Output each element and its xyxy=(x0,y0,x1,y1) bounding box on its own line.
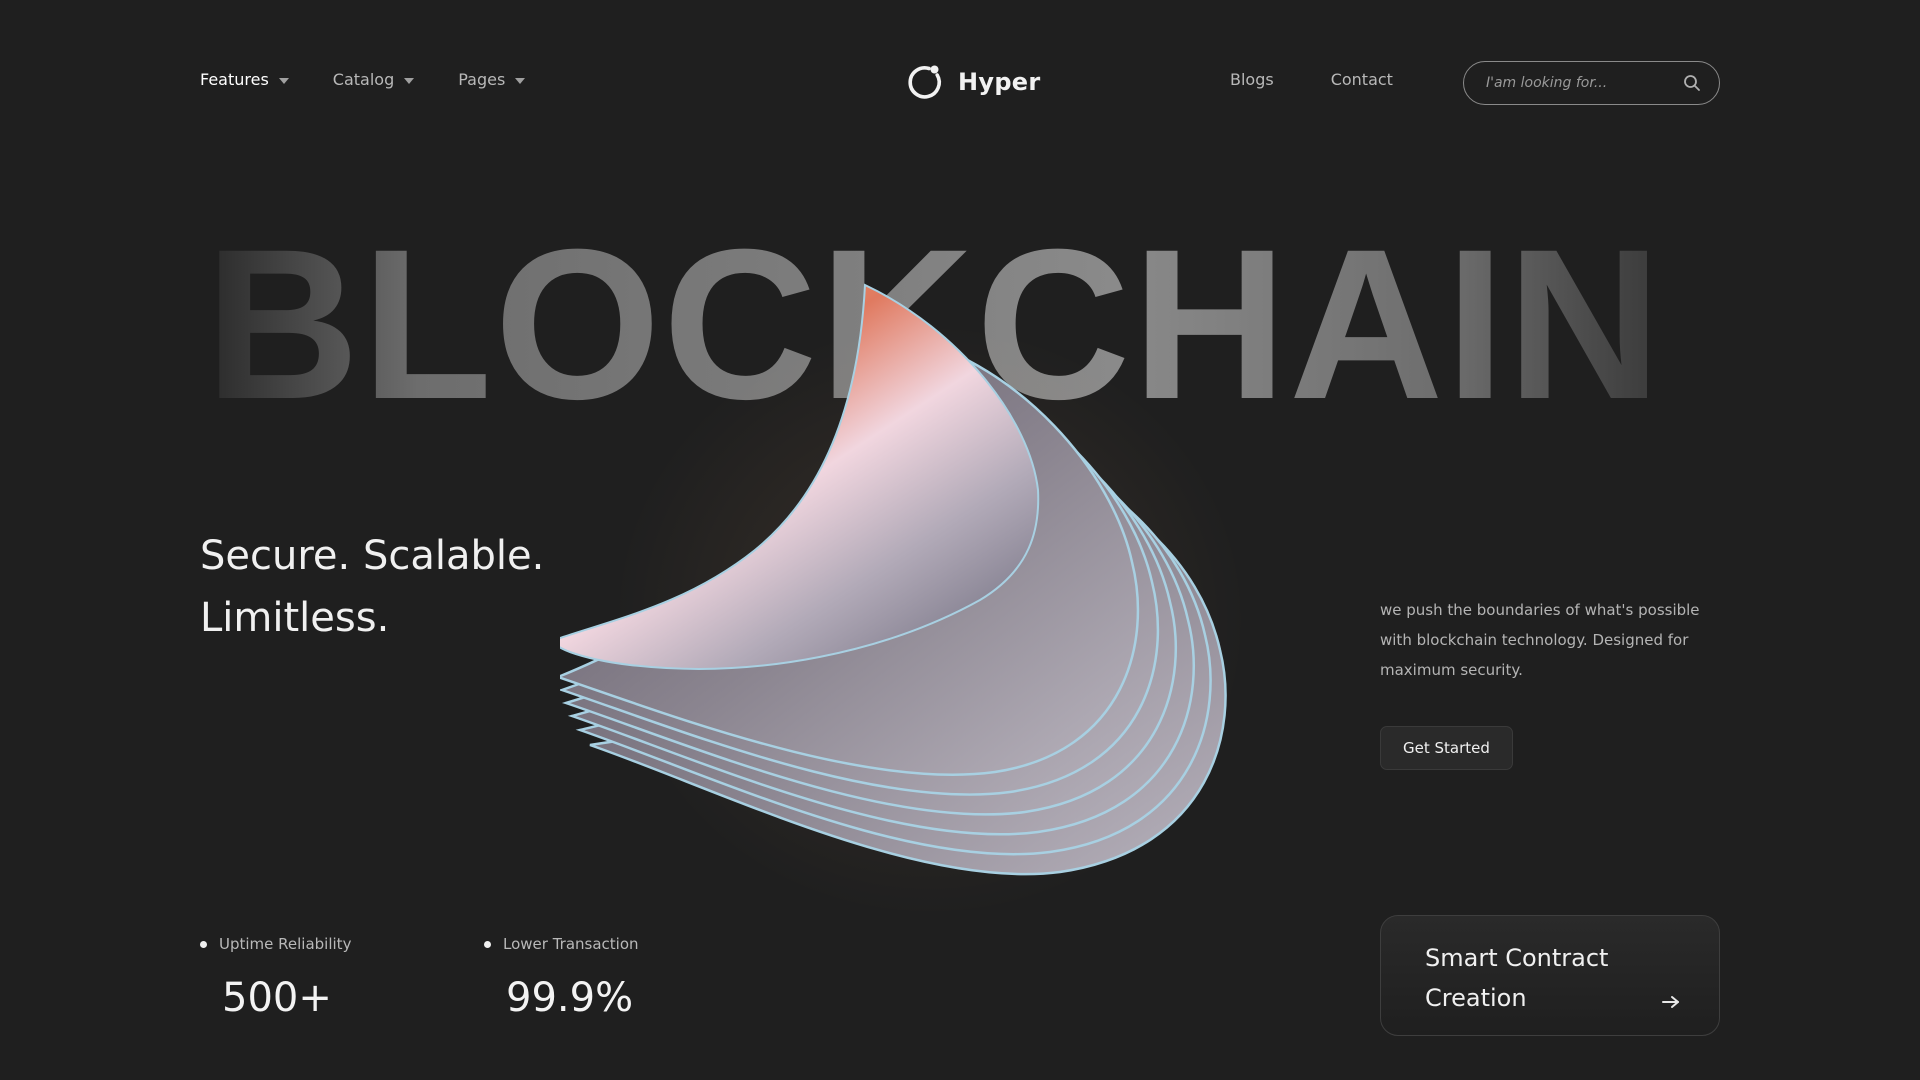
get-started-button[interactable]: Get Started xyxy=(1380,726,1513,770)
stat-label-row: Uptime Reliability xyxy=(200,935,351,953)
hero-headline-line1: Secure. Scalable. xyxy=(200,533,545,579)
secondary-nav: Blogs Contact xyxy=(1230,70,1393,89)
smart-contract-card[interactable]: Smart Contract Creation xyxy=(1380,915,1720,1036)
bullet-dot-icon xyxy=(484,940,491,948)
stat-label-row: Lower Transaction xyxy=(484,935,639,953)
nav-item-label: Pages xyxy=(458,70,506,89)
nav-link-blogs[interactable]: Blogs xyxy=(1230,70,1274,89)
arrow-right-icon xyxy=(1662,996,1679,1008)
nav-item-pages[interactable]: Pages xyxy=(458,70,526,89)
nav-item-catalog[interactable]: Catalog xyxy=(332,70,415,89)
card-title: Smart Contract Creation xyxy=(1425,944,1609,1012)
hero-headline-line2: Limitless. xyxy=(200,595,390,641)
primary-nav: Features Catalog Pages xyxy=(200,70,526,89)
hero-description: we push the boundaries of what's possibl… xyxy=(1380,601,1700,679)
nav-link-contact[interactable]: Contact xyxy=(1331,70,1393,89)
chevron-down-icon xyxy=(515,77,526,84)
hero-headline: Secure. Scalable. Limitless. xyxy=(200,525,544,649)
nav-item-label: Catalog xyxy=(332,70,395,89)
stat-value: 500+ xyxy=(222,975,332,1021)
nav-item-features[interactable]: Features xyxy=(200,70,289,89)
landing-page: Features Catalog Pages Hyper Blogs Conta… xyxy=(0,0,1920,1080)
chevron-down-icon xyxy=(278,77,289,84)
chevron-down-icon xyxy=(404,77,415,84)
nav-item-label: Features xyxy=(200,70,269,89)
search-box xyxy=(1463,61,1720,105)
stat-label: Uptime Reliability xyxy=(219,935,352,953)
stat-transaction: Lower Transaction 99.9% xyxy=(484,935,639,1021)
search-input[interactable] xyxy=(1486,75,1683,91)
bullet-dot-icon xyxy=(200,940,207,948)
stat-value: 99.9% xyxy=(506,975,634,1021)
logo-icon xyxy=(908,65,941,99)
stat-uptime: Uptime Reliability 500+ xyxy=(200,935,351,1021)
stat-label: Lower Transaction xyxy=(503,935,639,953)
brand-name: Hyper xyxy=(958,68,1041,96)
search-icon[interactable] xyxy=(1683,74,1701,92)
brand-logo[interactable]: Hyper xyxy=(904,62,1041,102)
hero-3d-shape-illustration xyxy=(560,283,1227,876)
